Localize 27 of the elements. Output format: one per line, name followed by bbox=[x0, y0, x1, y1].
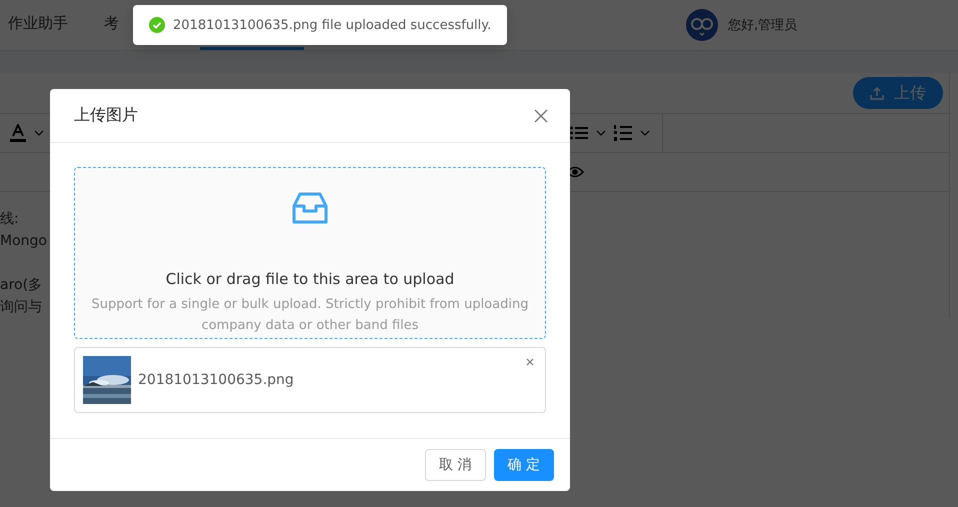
close-icon[interactable] bbox=[534, 108, 548, 122]
nav-tab[interactable]: 作业助手 bbox=[8, 0, 68, 50]
user-greeting: 您好,管理员 bbox=[728, 17, 798, 34]
dropzone-title: Click or drag file to this area to upload bbox=[166, 270, 454, 288]
confirm-button[interactable]: 确 定 bbox=[494, 449, 554, 481]
font-color-icon[interactable] bbox=[10, 124, 26, 142]
cancel-button[interactable]: 取 消 bbox=[425, 449, 486, 481]
toast-message: 20181013100635.png file uploaded successfully. bbox=[173, 18, 492, 32]
upload-dropzone[interactable]: Click or drag file to this area to upload Support for a single or bulk upload. Strictly prohibit from uploading company data or other band files bbox=[74, 167, 546, 339]
remove-icon[interactable] bbox=[526, 358, 534, 366]
editor-text: Mongo bbox=[0, 232, 47, 251]
editor-text: 询问与 bbox=[0, 298, 42, 317]
bulleted-list-icon[interactable] bbox=[570, 126, 588, 140]
chevron-down-icon[interactable] bbox=[596, 130, 606, 136]
upload-icon bbox=[870, 86, 884, 100]
editor-text: 线: bbox=[0, 210, 19, 229]
inbox-icon bbox=[292, 192, 328, 224]
dialog-title: 上传图片 bbox=[74, 105, 138, 126]
editor-text: aro(多 bbox=[0, 276, 42, 295]
chevron-down-icon[interactable] bbox=[640, 130, 650, 136]
chevron-down-icon[interactable] bbox=[34, 130, 44, 136]
avatar-icon[interactable] bbox=[686, 9, 718, 41]
dropzone-hint: Support for a single or bulk upload. Strictly prohibit from uploading company data or other band files bbox=[90, 296, 530, 335]
check-circle-icon bbox=[149, 17, 165, 33]
numbered-list-icon[interactable] bbox=[614, 125, 632, 141]
upload-button[interactable]: 上传 bbox=[853, 77, 943, 109]
file-name: 20181013100635.png bbox=[138, 372, 294, 388]
